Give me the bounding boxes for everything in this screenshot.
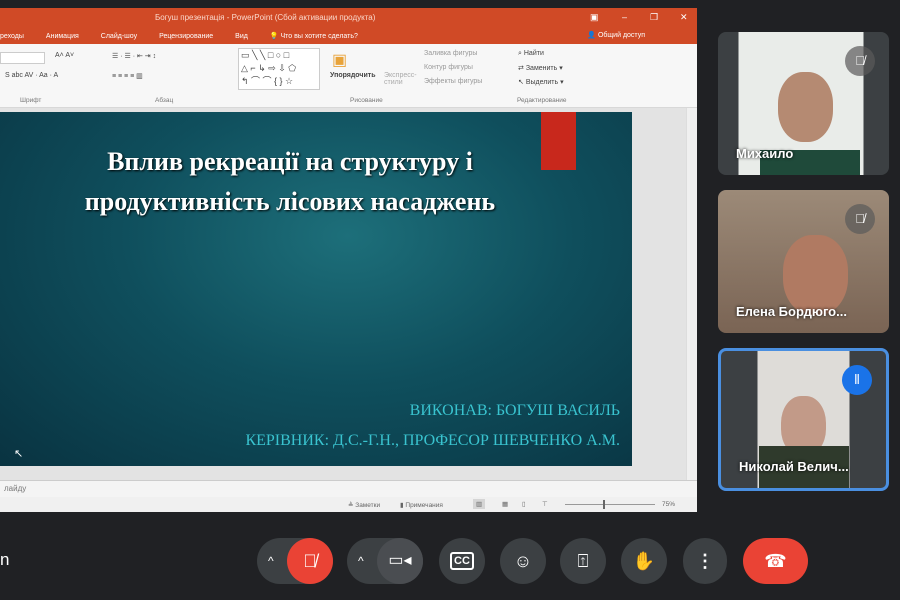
participant-video — [783, 235, 848, 315]
select-label: Выделить — [525, 79, 559, 86]
slide-author: ВИКОНАВ: БОГУШ ВАСИЛЬ — [409, 402, 620, 419]
express-styles-button[interactable]: Экспресс-стили — [384, 72, 420, 86]
mic-off-icon: 🎙̸ — [845, 204, 875, 234]
tab-review[interactable]: Рецензирование — [159, 33, 213, 40]
leave-call-button[interactable]: ☎ — [743, 538, 808, 584]
mic-control-group: ^ 🎙̸ — [257, 538, 333, 584]
camera-control-group: ^ ▭◂ — [347, 538, 423, 584]
search-icon: ⌕ — [518, 50, 522, 57]
participant-name: Михаило — [736, 146, 794, 161]
shape-fill-button[interactable]: Заливка фигуры — [424, 50, 477, 57]
normal-view-button[interactable]: ▥ — [473, 499, 486, 509]
group-paragraph: Абзац — [155, 97, 174, 104]
slide-sorter-button[interactable]: ▦ — [502, 500, 508, 508]
raise-hand-button[interactable]: ✋ — [621, 538, 667, 584]
comments-button[interactable]: ▮ Примечания — [400, 501, 443, 509]
group-drawing: Рисование — [350, 97, 383, 104]
ribbon-tabs: реходы Анимация Слайд-шоу Рецензирование… — [0, 28, 697, 44]
zoom-level[interactable]: 75% — [662, 501, 675, 508]
select-button[interactable]: ↖ Выделить ▾ — [518, 78, 564, 86]
participant-name: Николай Велич... — [739, 459, 849, 474]
replace-label: Заменить — [525, 65, 558, 72]
tab-transitions[interactable]: реходы — [0, 33, 24, 40]
tab-slideshow[interactable]: Слайд-шоу — [101, 33, 137, 40]
participant-video — [778, 72, 833, 142]
find-label: Найти — [523, 50, 544, 57]
tab-view[interactable]: Вид — [235, 33, 248, 40]
notes-button[interactable]: ≜ Заметки — [348, 501, 380, 509]
more-options-button[interactable]: ⋮ — [683, 538, 727, 584]
participant-tile-active-speaker[interactable]: ⦀ Николай Велич... — [718, 348, 889, 491]
speaking-indicator-icon: ⦀ — [842, 365, 872, 395]
tab-animation[interactable]: Анимация — [46, 33, 79, 40]
powerpoint-window: Богуш презентація - PowerPoint (Сбой акт… — [0, 8, 697, 512]
share-label: Общий доступ — [597, 32, 645, 39]
zoom-slider[interactable] — [565, 504, 655, 505]
arrange-button[interactable]: Упорядочить — [330, 72, 376, 79]
slideshow-button[interactable]: ⊤ — [542, 500, 548, 508]
replace-icon: ⇄ — [518, 65, 524, 72]
audio-options-button[interactable]: ^ — [268, 554, 274, 568]
arrange-icon: ▣ — [332, 52, 348, 69]
camera-button[interactable]: ▭◂ — [377, 538, 423, 584]
slide[interactable]: Вплив рекреації на структуру і продуктив… — [0, 112, 632, 466]
mouse-cursor-icon: ↖ — [14, 448, 24, 460]
comments-label: Примечания — [405, 502, 443, 509]
maximize-button[interactable]: ❐ — [650, 12, 658, 23]
title-bar: Богуш презентація - PowerPoint (Сбой акт… — [0, 8, 697, 28]
present-button[interactable]: ⍐ — [560, 538, 606, 584]
meeting-label: n — [0, 550, 10, 569]
slide-supervisor: КЕРІВНИК: Д.С.-Г.Н., ПРОФЕСОР ШЕВЧЕНКО А… — [245, 432, 620, 449]
cc-icon: CC — [450, 552, 474, 570]
list-buttons[interactable]: ☰ · ☰ · ⇤ ⇥ ↕ — [112, 52, 156, 60]
notes-pane[interactable]: лайду — [0, 480, 697, 497]
shape-effects-button[interactable]: Эффекты фигуры — [424, 78, 482, 85]
participant-name: Елена Бордюго... — [736, 304, 847, 319]
zoom-slider-thumb[interactable] — [603, 500, 605, 509]
more-vert-icon: ⋮ — [696, 550, 714, 571]
reading-view-button[interactable]: ▯ — [522, 500, 526, 508]
participant-tile[interactable]: 🎙̸ Михаило — [718, 32, 889, 175]
shape-outline-button[interactable]: Контур фигуры — [424, 64, 473, 71]
minimize-button[interactable]: – — [622, 12, 627, 22]
emoji-icon: ☺ — [513, 550, 533, 571]
notes-placeholder: лайду — [4, 484, 27, 493]
hang-up-icon: ☎ — [764, 550, 787, 571]
shapes-gallery[interactable]: ▭ ╲ ╲ □ ○ □ △ ⌐ ↳ ⇨ ⇩ ⬠ ↰ ⌒ ⌒ { } ☆ — [238, 48, 320, 90]
find-button[interactable]: ⌕ Найти — [518, 50, 544, 58]
font-size-buttons[interactable]: A˄ A˅ — [55, 52, 74, 59]
slide-editor: Вплив рекреації на структуру і продуктив… — [0, 108, 686, 480]
tell-me-search[interactable]: 💡 Что вы хотите сделать? — [270, 32, 380, 40]
group-editing: Редактирование — [517, 97, 567, 104]
reactions-button[interactable]: ☺ — [500, 538, 546, 584]
ribbon-display-icon[interactable]: ▣ — [590, 12, 599, 23]
notes-label: Заметки — [355, 502, 381, 509]
video-options-button[interactable]: ^ — [358, 554, 364, 568]
slide-title: Вплив рекреації на структуру і продуктив… — [84, 147, 496, 216]
status-bar: ≜ Заметки ▮ Примечания ▥ ▦ ▯ ⊤ 75% — [0, 497, 697, 512]
replace-button[interactable]: ⇄ Заменить ▾ — [518, 64, 563, 72]
tell-me-text: Что вы хотите сделать? — [280, 33, 358, 40]
cursor-icon: ↖ — [518, 79, 524, 86]
captions-button[interactable]: CC — [439, 538, 485, 584]
share-button[interactable]: 👤 Общий доступ — [587, 31, 667, 39]
font-size-box[interactable] — [0, 52, 45, 64]
font-format-buttons[interactable]: S abc AV · Aa · A — [5, 72, 58, 79]
hand-icon: ✋ — [632, 550, 656, 571]
mic-off-icon: 🎙̸ — [845, 46, 875, 76]
window-title: Богуш презентація - PowerPoint (Сбой акт… — [155, 13, 376, 22]
close-button[interactable]: ✕ — [680, 12, 688, 23]
vertical-scrollbar[interactable] — [686, 108, 697, 480]
align-buttons[interactable]: ≡ ≡ ≡ ≡ ▥ — [112, 72, 143, 80]
mic-off-button[interactable]: 🎙̸ — [287, 538, 333, 584]
participant-tile[interactable]: 🎙̸ Елена Бордюго... — [718, 190, 889, 333]
ribbon: A˄ A˅ S abc AV · Aa · A ☰ · ☰ · ⇤ ⇥ ↕ ≡ … — [0, 44, 697, 108]
present-icon: ⍐ — [577, 550, 589, 571]
group-font: Шрифт — [20, 97, 42, 104]
